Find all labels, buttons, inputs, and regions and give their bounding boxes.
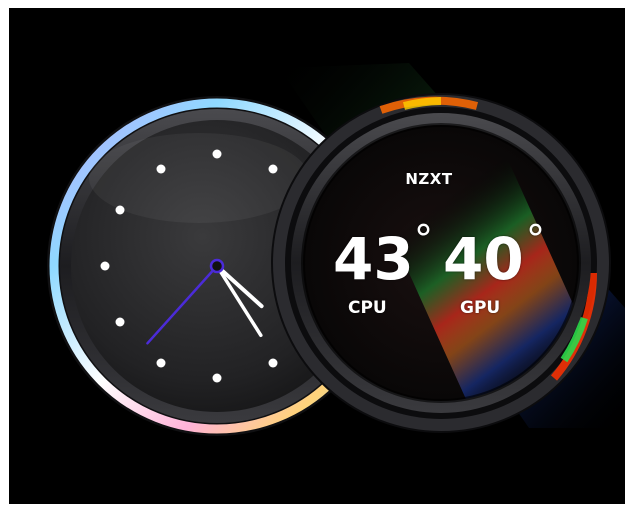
cpu-label: CPU xyxy=(348,298,387,318)
brand-logo-text: NZXT xyxy=(405,170,453,188)
device-stage: NZXT 43 ° 40 ° CPU GPU xyxy=(9,8,625,504)
hour-marker-dot xyxy=(212,373,222,383)
hour-marker-dot xyxy=(115,205,125,215)
gpu-label: GPU xyxy=(460,298,501,318)
hour-marker-dot xyxy=(212,149,222,159)
gpu-temperature-value: 40 xyxy=(443,225,524,293)
hour-marker-dot xyxy=(100,261,110,271)
clock-hub xyxy=(209,258,225,274)
hour-marker-dot xyxy=(268,358,278,368)
cpu-degree-symbol: ° xyxy=(414,217,433,261)
gpu-degree-symbol: ° xyxy=(526,217,545,261)
hour-marker-dot xyxy=(156,164,166,174)
cpu-temperature-value: 43 xyxy=(333,225,414,293)
hour-marker-dot xyxy=(268,164,278,174)
hour-marker-dot xyxy=(115,317,125,327)
hour-marker-dot xyxy=(156,358,166,368)
